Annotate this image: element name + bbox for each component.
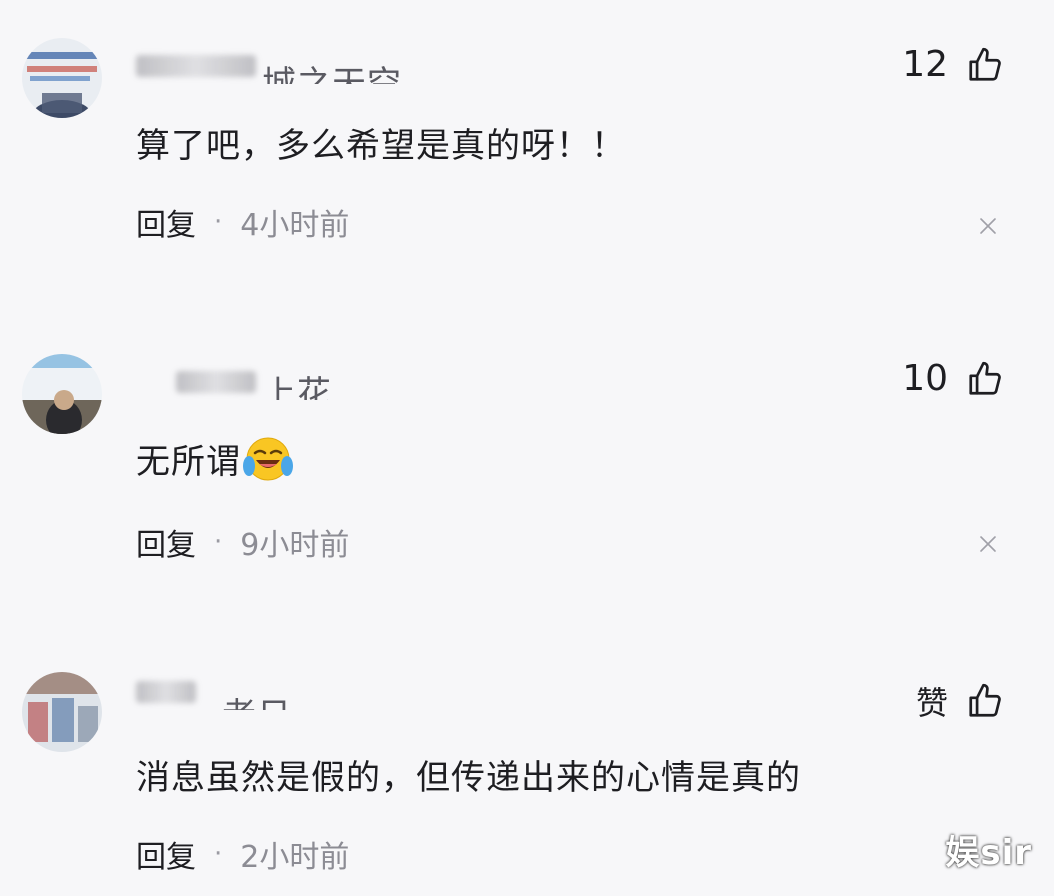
separator-dot: · <box>214 839 223 869</box>
comment-meta: 回复 · 2小时前 <box>136 832 349 876</box>
watermark-logo: 娱sir <box>945 833 1032 873</box>
reply-button[interactable]: 回复 <box>136 832 196 876</box>
username[interactable]: 者日 <box>136 670 292 710</box>
like-label: 赞 <box>915 684 948 722</box>
like-button[interactable]: 赞 <box>916 678 1004 724</box>
avatar[interactable] <box>22 672 102 752</box>
comment-item: 者日 赞 消息虽然是假的，但传递出来的心情是真的 回复 · 2小时前 <box>0 0 1054 896</box>
thumbs-up-icon <box>966 682 1004 720</box>
blurred-username-part <box>136 680 196 703</box>
comment-text: 消息虽然是假的，但传递出来的心情是真的 <box>136 758 801 798</box>
timestamp: 2小时前 <box>240 840 350 875</box>
